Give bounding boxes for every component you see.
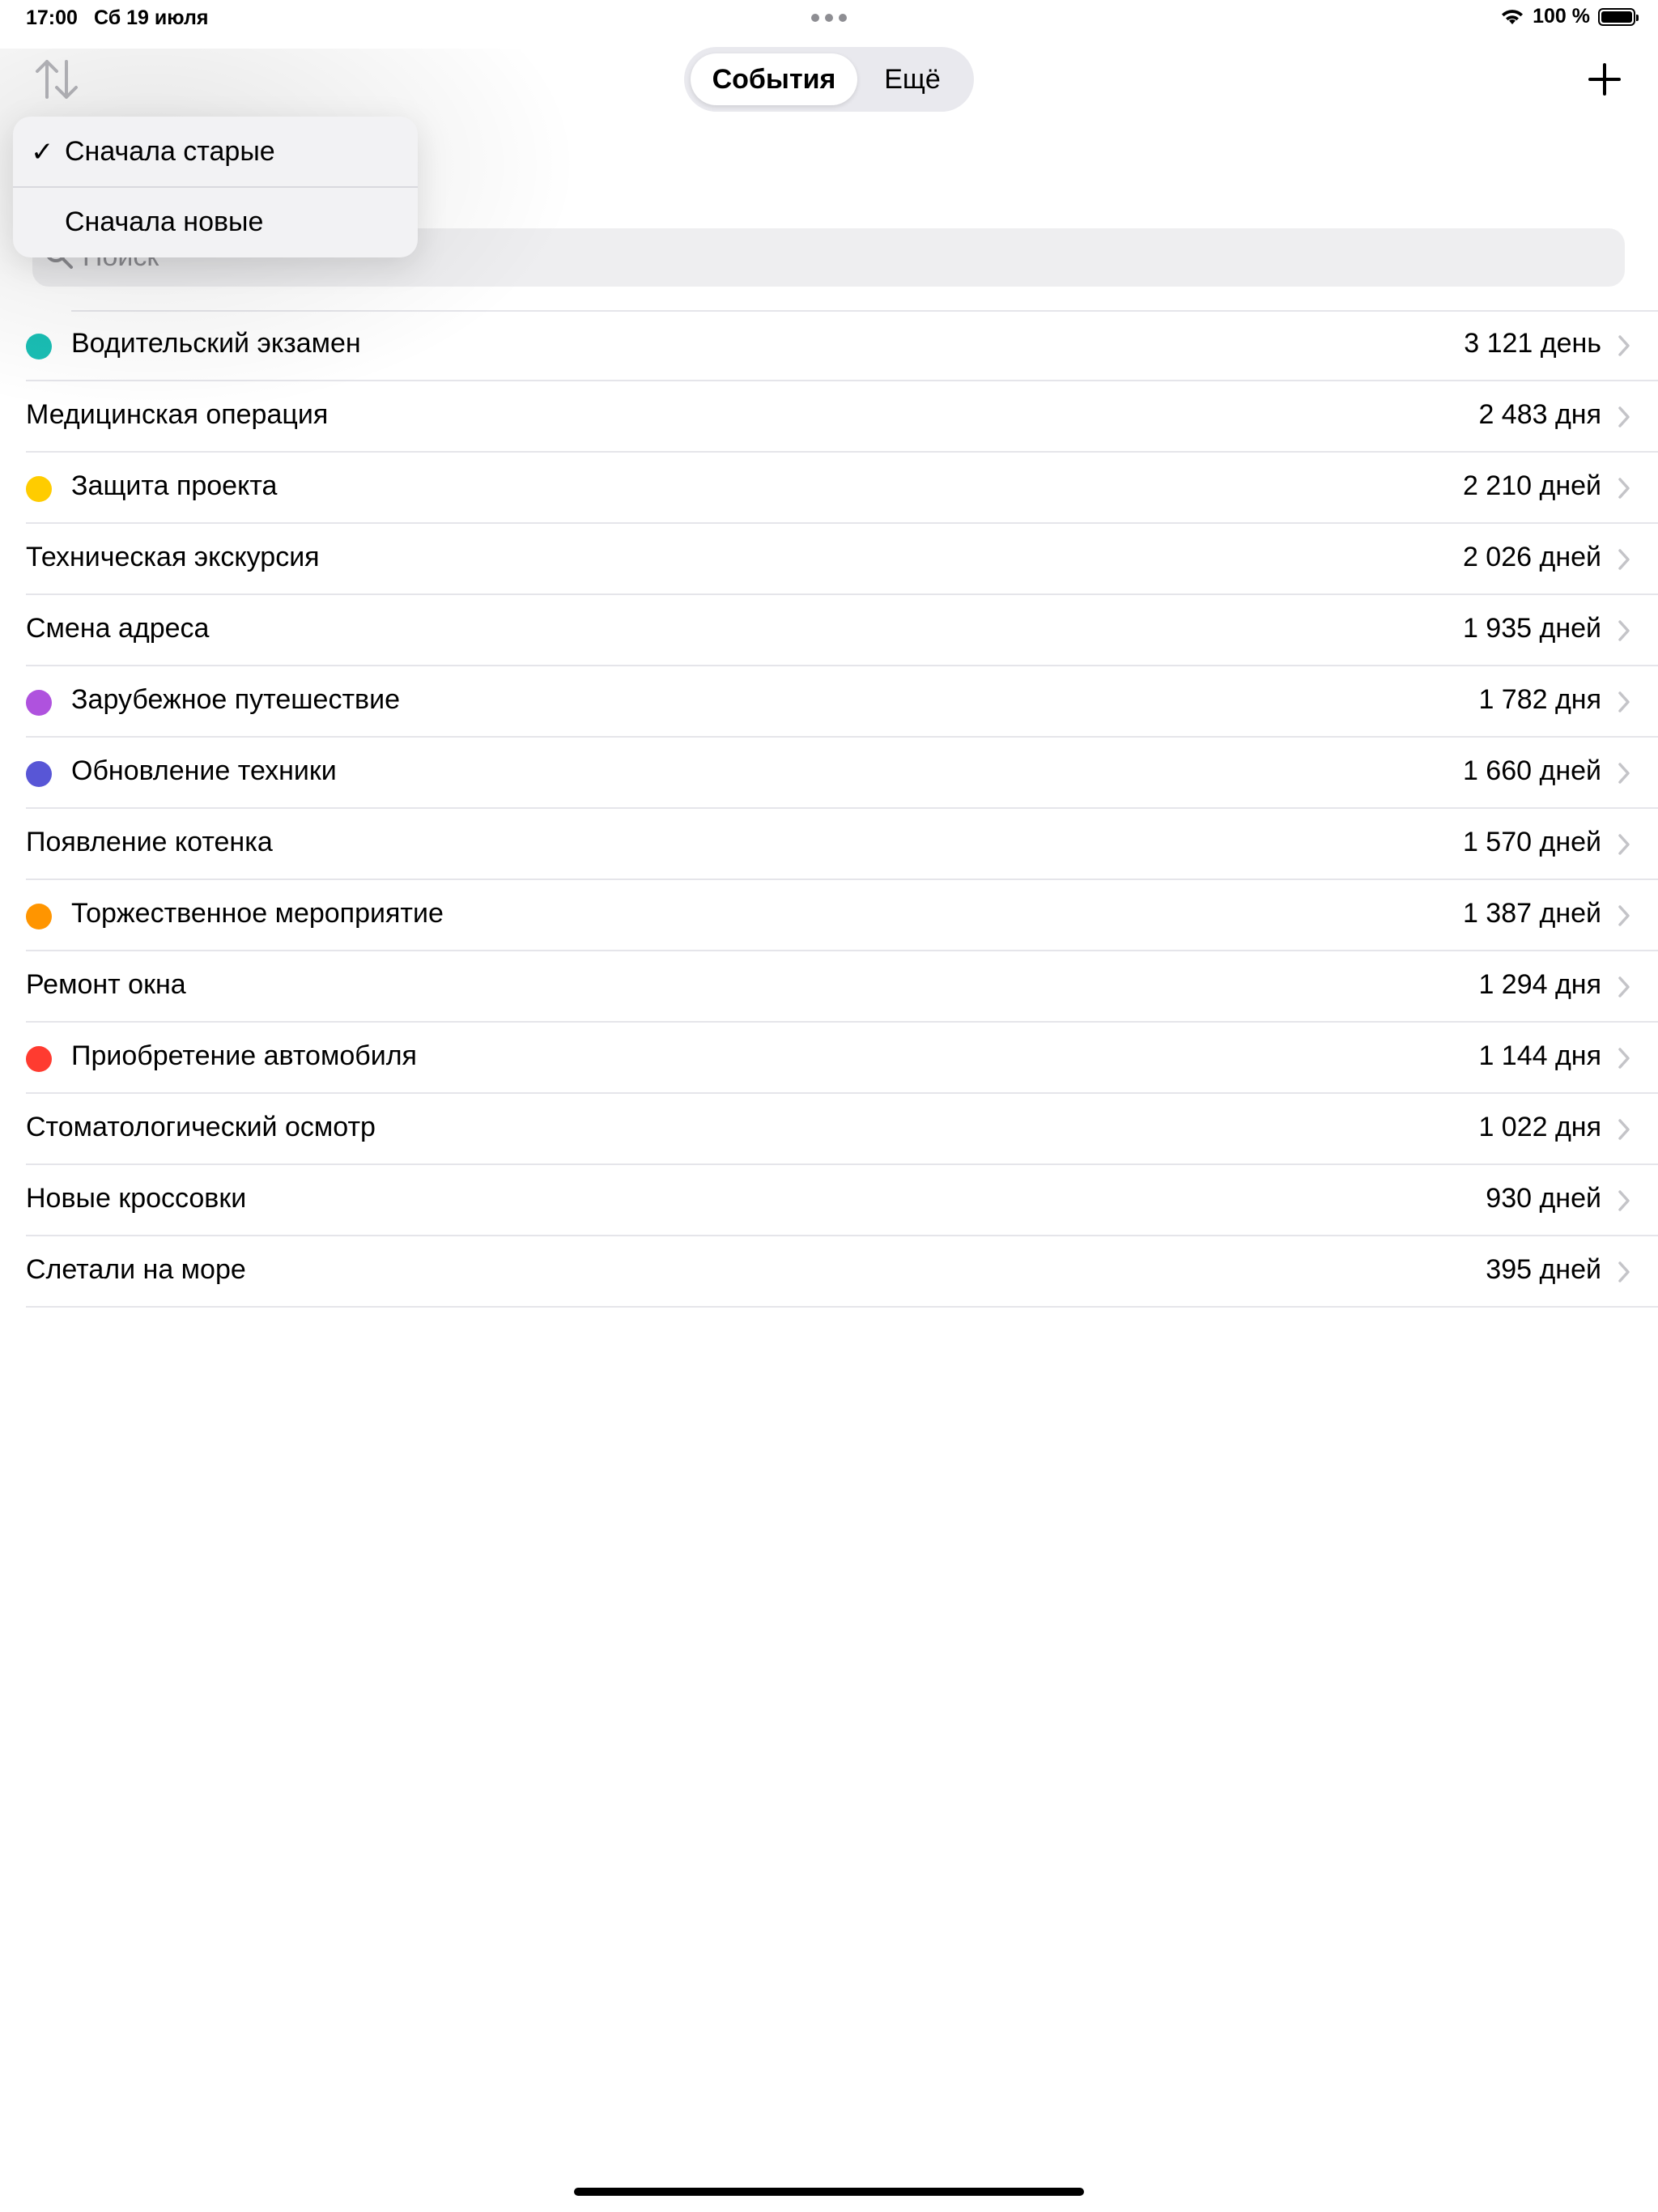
battery-icon (1598, 7, 1639, 26)
checkmark-icon: ✓ (31, 137, 54, 168)
event-name: Приобретение автомобиля (71, 1040, 417, 1071)
multitasking-dots-icon[interactable] (810, 10, 848, 26)
event-days-count: 1 387 дней (1462, 898, 1601, 929)
event-days-count: 3 121 день (1464, 328, 1601, 359)
event-name: Новые кроссовки (26, 1183, 247, 1214)
chevron-right-icon (1618, 549, 1630, 570)
event-name: Водительский экзамен (71, 328, 361, 359)
event-name: Слетали на море (26, 1254, 246, 1285)
event-name: Зарубежное путешествие (71, 684, 400, 715)
list-item[interactable]: Торжественное мероприятие 1 387 дней (0, 880, 1658, 951)
chevron-right-icon (1618, 905, 1630, 926)
row-divider (26, 1306, 1658, 1308)
color-dot-icon (26, 904, 52, 929)
event-name: Стоматологический осмотр (26, 1112, 376, 1142)
chevron-right-icon (1618, 1048, 1630, 1069)
list-item[interactable]: Ремонт окна 1 294 дня (0, 951, 1658, 1023)
event-name: Появление котенка (26, 827, 273, 857)
menu-item-label: Сначала старые (65, 136, 275, 167)
status-bar: 17:00 Сб 19 июля 100 % (0, 0, 1658, 39)
event-days-count: 930 дней (1486, 1183, 1601, 1214)
battery-percent: 100 % (1533, 5, 1590, 28)
list-item[interactable]: Смена адреса 1 935 дней (0, 595, 1658, 666)
color-dot-icon (26, 690, 52, 716)
chevron-right-icon (1618, 478, 1630, 499)
event-name: Смена адреса (26, 613, 210, 644)
segmented-control: События Ещё (684, 47, 974, 112)
event-days-count: 2 026 дней (1462, 542, 1601, 572)
home-indicator[interactable] (574, 2188, 1084, 2196)
plus-icon[interactable] (1585, 57, 1624, 102)
segment-events[interactable]: События (691, 53, 857, 105)
list-item[interactable]: Слетали на море 395 дней (0, 1236, 1658, 1308)
wifi-icon (1502, 9, 1524, 24)
event-name: Ремонт окна (26, 969, 186, 1000)
events-list: Водительский экзамен 3 121 день Медицинска… (0, 310, 1658, 1308)
menu-item-oldest-first[interactable]: ✓ Сначала старые (13, 117, 418, 187)
event-days-count: 1 570 дней (1462, 827, 1601, 857)
chevron-right-icon (1618, 620, 1630, 641)
chevron-right-icon (1618, 406, 1630, 428)
color-dot-icon (26, 1046, 52, 1072)
color-dot-icon (26, 334, 52, 359)
chevron-right-icon (1618, 691, 1630, 713)
chevron-right-icon (1618, 763, 1630, 784)
list-item[interactable]: Появление котенка 1 570 дней (0, 809, 1658, 880)
sort-menu: ✓ Сначала старые Сначала новые (13, 117, 418, 257)
event-days-count: 1 294 дня (1478, 969, 1601, 1000)
event-name: Техническая экскурсия (26, 542, 320, 572)
list-item[interactable]: Водительский экзамен 3 121 день (0, 310, 1658, 381)
event-days-count: 1 022 дня (1478, 1112, 1601, 1142)
event-days-count: 1 782 дня (1478, 684, 1601, 715)
list-item[interactable]: Приобретение автомобиля 1 144 дня (0, 1023, 1658, 1094)
chevron-right-icon (1618, 335, 1630, 356)
event-days-count: 1 660 дней (1462, 755, 1601, 786)
event-days-count: 2 483 дня (1478, 399, 1601, 430)
menu-item-newest-first[interactable]: Сначала новые (13, 187, 418, 257)
chevron-right-icon (1618, 1261, 1630, 1283)
list-item[interactable]: Медицинская операция 2 483 дня (0, 381, 1658, 453)
status-date: Сб 19 июля (94, 6, 209, 29)
event-days-count: 1 935 дней (1462, 613, 1601, 644)
chevron-right-icon (1618, 976, 1630, 998)
list-item[interactable]: Зарубежное путешествие 1 782 дня (0, 666, 1658, 738)
event-name: Медицинская операция (26, 399, 329, 430)
list-item[interactable]: Техническая экскурсия 2 026 дней (0, 524, 1658, 595)
event-days-count: 1 144 дня (1478, 1040, 1601, 1071)
event-days-count: 395 дней (1486, 1254, 1601, 1285)
status-right: 100 % (1500, 5, 1639, 28)
status-time: 17:00 (26, 6, 78, 29)
menu-item-label: Сначала новые (65, 206, 264, 237)
sort-arrows-icon[interactable] (32, 57, 81, 102)
list-item[interactable]: Защита проекта 2 210 дней (0, 453, 1658, 524)
color-dot-icon (26, 476, 52, 502)
list-item[interactable]: Обновление техники 1 660 дней (0, 738, 1658, 809)
event-name: Торжественное мероприятие (71, 898, 444, 929)
segment-more[interactable]: Ещё (857, 53, 967, 105)
chevron-right-icon (1618, 1119, 1630, 1140)
event-name: Защита проекта (71, 470, 278, 501)
event-name: Обновление техники (71, 755, 337, 786)
color-dot-icon (26, 761, 52, 787)
event-days-count: 2 210 дней (1462, 470, 1601, 501)
chevron-right-icon (1618, 834, 1630, 855)
list-item[interactable]: Новые кроссовки 930 дней (0, 1165, 1658, 1236)
list-item[interactable]: Стоматологический осмотр 1 022 дня (0, 1094, 1658, 1165)
chevron-right-icon (1618, 1190, 1630, 1211)
